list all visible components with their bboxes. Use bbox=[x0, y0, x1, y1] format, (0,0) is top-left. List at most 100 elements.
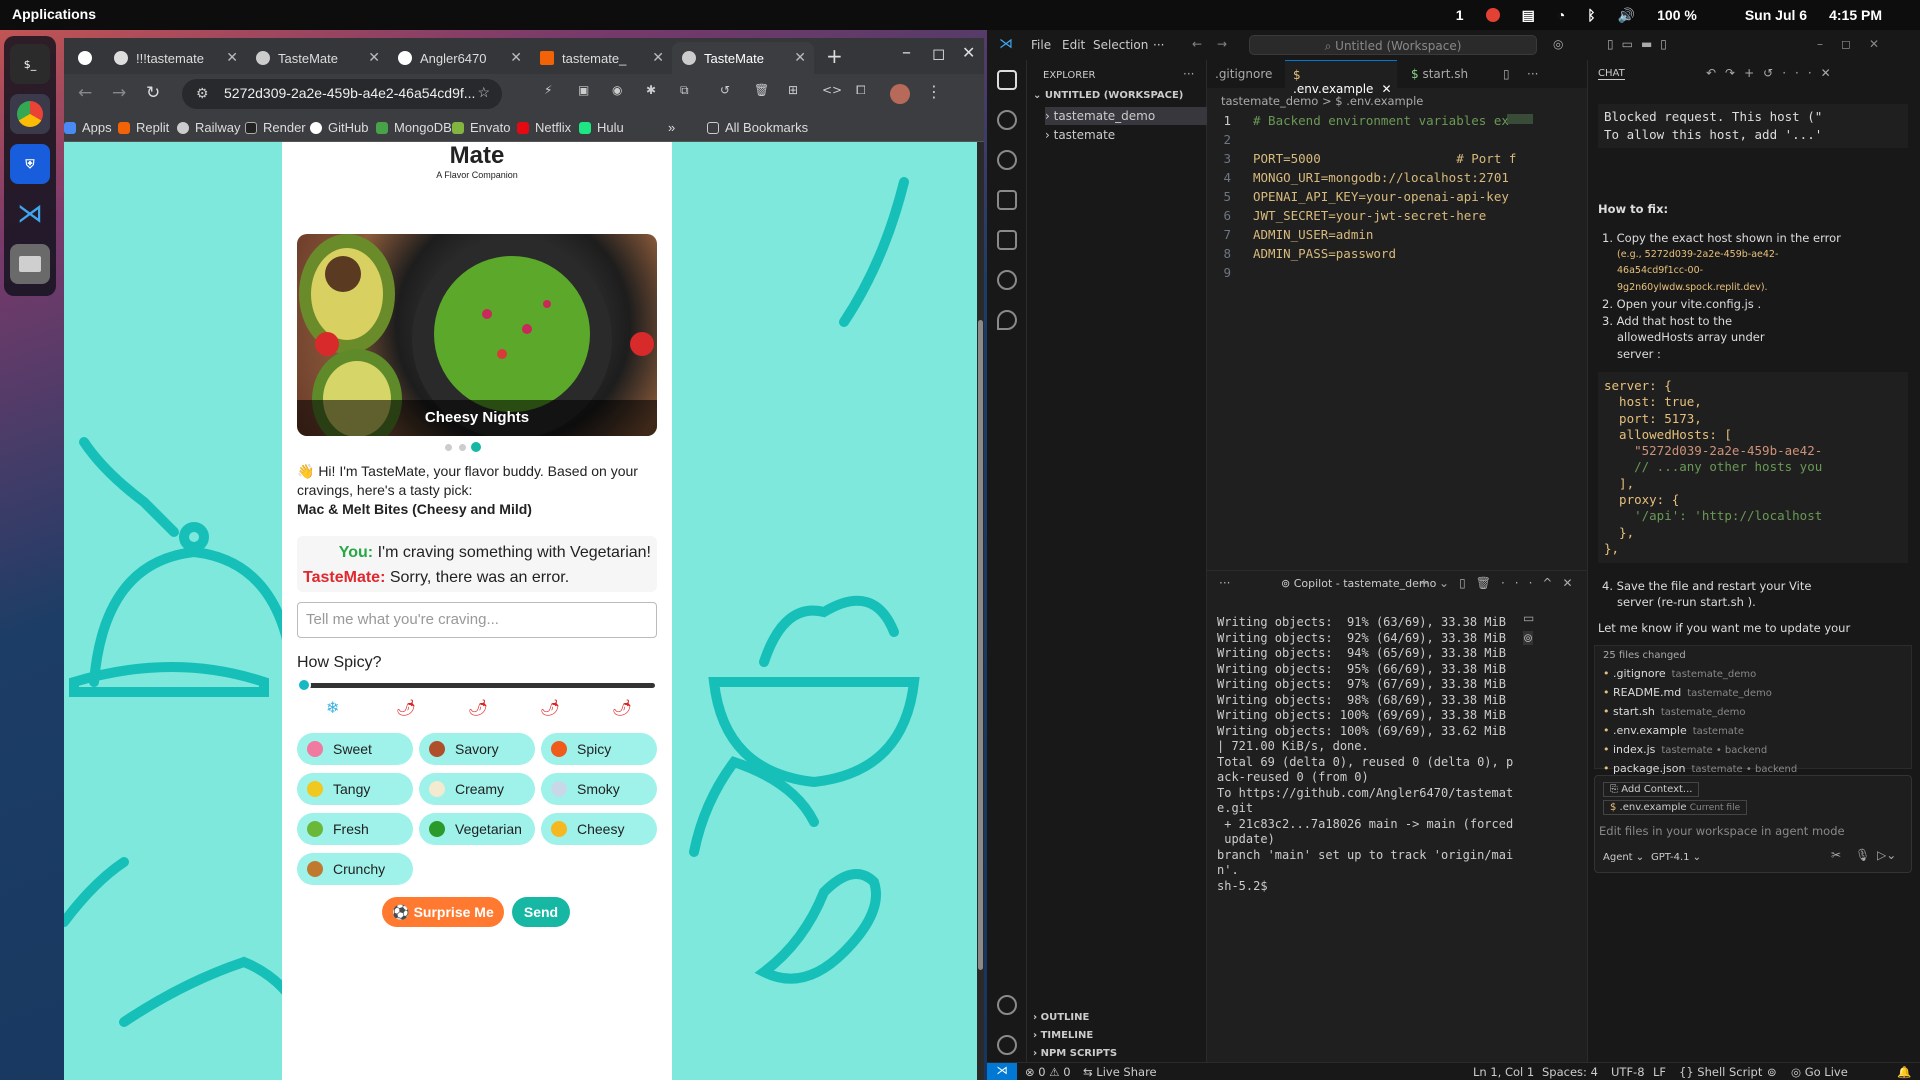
flavor-chip-creamy[interactable]: Creamy bbox=[419, 773, 535, 805]
bitwarden-icon[interactable]: ⛨ bbox=[10, 144, 50, 184]
extension-icon-2[interactable]: ▣ bbox=[578, 83, 589, 97]
go-live-button[interactable]: ◎ Go Live bbox=[1791, 1065, 1848, 1079]
terminal-copilot-icon[interactable]: ⊚ bbox=[1523, 631, 1534, 645]
back-icon[interactable]: ← bbox=[78, 83, 92, 103]
chat-toolbar[interactable]: ↶↷+↺···✕ bbox=[1706, 66, 1840, 80]
tab-amazon[interactable] bbox=[68, 42, 104, 74]
code-line[interactable]: 5 OPENAI_API_KEY=your-openai-api-key bbox=[1207, 187, 1587, 206]
mode-dropdown[interactable]: Agent ⌄ bbox=[1603, 852, 1644, 863]
all-bookmarks[interactable]: All Bookmarks bbox=[707, 120, 808, 135]
new-tab-button[interactable]: + bbox=[826, 44, 843, 68]
nav-back-icon[interactable]: ← bbox=[1192, 37, 1202, 51]
carousel-dot-1[interactable] bbox=[445, 444, 452, 451]
tab-env-example[interactable]: $ .env.example ✕ bbox=[1285, 60, 1397, 96]
extensions-puzzle-icon[interactable]: ⧉ bbox=[680, 83, 689, 98]
window-list-icon[interactable]: ▤ bbox=[1522, 7, 1535, 24]
mongodb-icon[interactable] bbox=[997, 310, 1017, 330]
minimize-button[interactable]: – bbox=[902, 42, 911, 63]
bookmark-github[interactable]: GitHub bbox=[310, 120, 368, 135]
remote-icon[interactable] bbox=[997, 270, 1017, 290]
model-dropdown[interactable]: GPT-4.1 ⌄ bbox=[1651, 852, 1701, 863]
minimap[interactable] bbox=[1507, 114, 1533, 124]
vscode-icon[interactable]: ⋊ bbox=[10, 194, 50, 234]
code-line[interactable]: 2 bbox=[1207, 130, 1587, 149]
cast-icon[interactable]: ⧠ bbox=[856, 83, 866, 98]
workspace-indicator[interactable]: 1 bbox=[1456, 7, 1464, 23]
line-endings[interactable]: LF bbox=[1653, 1065, 1666, 1079]
folder-tastemate-demo[interactable]: › tastemate_demo bbox=[1045, 107, 1207, 125]
tab-tastemate-2[interactable]: TasteMate ✕ bbox=[246, 42, 388, 74]
panel-more-icon[interactable]: ··· bbox=[1219, 576, 1230, 590]
carousel-dot-3[interactable] bbox=[471, 442, 481, 452]
time[interactable]: 4:15 PM bbox=[1829, 7, 1882, 23]
flavor-chip-spicy[interactable]: Spicy bbox=[541, 733, 657, 765]
flavor-chip-tangy[interactable]: Tangy bbox=[297, 773, 413, 805]
delete-icon[interactable]: 🗑 bbox=[754, 83, 769, 97]
explorer-more-icon[interactable]: ··· bbox=[1183, 67, 1194, 81]
nav-forward-icon[interactable]: → bbox=[1217, 37, 1227, 51]
npm-scripts-section[interactable]: › NPM SCRIPTS bbox=[1033, 1048, 1117, 1059]
notifications-icon[interactable]: 🔔 bbox=[1897, 1065, 1911, 1079]
bookmark-hulu[interactable]: Hulu bbox=[579, 120, 624, 135]
reload-icon[interactable]: ↻ bbox=[146, 83, 160, 103]
split-editor-icon[interactable]: ▯ bbox=[1503, 67, 1510, 81]
devtools-icon[interactable]: <> bbox=[822, 83, 842, 97]
tab-tastemate-active[interactable]: TasteMate ✕ bbox=[672, 42, 814, 74]
terminal-icon[interactable]: $_ bbox=[10, 44, 50, 84]
tab-github-angler[interactable]: Angler6470 ✕ bbox=[388, 42, 530, 74]
search-icon[interactable] bbox=[997, 110, 1017, 130]
surprise-me-button[interactable]: ⚽ Surprise Me bbox=[382, 897, 504, 927]
close-tab-icon[interactable]: ✕ bbox=[794, 49, 806, 66]
menu-more[interactable]: ··· bbox=[1153, 38, 1164, 52]
page-scrollbar-thumb[interactable] bbox=[978, 320, 983, 970]
chrome-tray-icon[interactable] bbox=[1485, 8, 1500, 22]
changed-file-item[interactable]: • .gitignore tastemate_demo bbox=[1603, 665, 1903, 684]
profile-avatar[interactable] bbox=[890, 84, 910, 104]
address-bar[interactable]: ⚙ 5272d309-2a2e-459b-a4e2-46a54cd9f... ☆ bbox=[182, 79, 502, 109]
workspace-header[interactable]: ⌄ UNTITLED (WORKSPACE) bbox=[1033, 90, 1183, 101]
carousel-dot-2[interactable] bbox=[459, 444, 466, 451]
code-line[interactable]: 7 ADMIN_USER=admin bbox=[1207, 225, 1587, 244]
folder-tastemate[interactable]: › tastemate bbox=[1045, 126, 1115, 144]
battery-indicator[interactable]: 100 % bbox=[1657, 7, 1697, 23]
code-lines[interactable]: 1 # Backend environment variables ex 2 3 POR… bbox=[1207, 111, 1587, 282]
files-icon[interactable] bbox=[10, 244, 50, 284]
language-mode[interactable]: {} Shell Script bbox=[1679, 1065, 1762, 1079]
menu-edit[interactable]: Edit bbox=[1062, 38, 1085, 52]
extension-icon-3[interactable]: ✱ bbox=[646, 83, 656, 97]
bluetooth-icon[interactable]: ᛒ bbox=[1587, 7, 1595, 23]
chat-input-box[interactable]: ⎘ Add Context... $ .env.example Current … bbox=[1594, 775, 1912, 873]
close-tab-icon[interactable]: ✕ bbox=[226, 49, 238, 66]
account-icon[interactable] bbox=[997, 995, 1017, 1015]
history-icon[interactable]: ↺ bbox=[720, 83, 730, 97]
bookmark-star-icon[interactable]: ☆ bbox=[477, 84, 490, 101]
close-tab-icon[interactable]: ✕ bbox=[510, 49, 522, 66]
chrome-icon[interactable] bbox=[10, 94, 50, 134]
close-tab-icon[interactable]: ✕ bbox=[368, 49, 380, 66]
bookmark-replit[interactable]: Replit bbox=[118, 120, 169, 135]
add-context-button[interactable]: ⎘ Add Context... bbox=[1603, 782, 1700, 797]
code-line[interactable]: 6 JWT_SECRET=your-jwt-secret-here bbox=[1207, 206, 1587, 225]
code-line[interactable]: 4 MONGO_URI=mongodb://localhost:2701 bbox=[1207, 168, 1587, 187]
bookmark-railway[interactable]: Railway bbox=[177, 120, 241, 135]
breadcrumb[interactable]: tastemate_demo > $ .env.example bbox=[1221, 94, 1423, 108]
terminal-output[interactable]: Writing objects: 91% (63/69), 33.38 MiB W… bbox=[1207, 615, 1513, 894]
layout-icons[interactable]: ▯▭▬▯ bbox=[1607, 37, 1675, 51]
vite-config-code-block[interactable]: server: { host: true, port: 5173, allowe… bbox=[1598, 372, 1908, 564]
code-line[interactable]: 9 bbox=[1207, 263, 1587, 282]
mic-icon[interactable]: 🎙 bbox=[1855, 848, 1870, 862]
send-button[interactable]: Send bbox=[512, 897, 570, 927]
tab-start-sh[interactable]: $ start.sh bbox=[1403, 60, 1476, 88]
bookmarks-overflow[interactable]: » bbox=[668, 120, 675, 135]
tab-gitignore[interactable]: .gitignore bbox=[1207, 60, 1280, 88]
chrome-menu-icon[interactable]: ⋮ bbox=[926, 82, 942, 101]
command-center[interactable]: ⌕ Untitled (Workspace) bbox=[1249, 35, 1537, 55]
craving-input[interactable]: Tell me what you're craving... bbox=[297, 602, 657, 638]
bookmark-apps[interactable]: Apps bbox=[64, 120, 112, 135]
chat-prompt-input[interactable]: Edit files in your workspace in agent mo… bbox=[1599, 824, 1899, 838]
menu-selection[interactable]: Selection bbox=[1093, 38, 1148, 52]
screenshot-icon[interactable]: ◉ bbox=[612, 83, 622, 97]
flavor-chip-sweet[interactable]: Sweet bbox=[297, 733, 413, 765]
settings-gear-icon[interactable] bbox=[997, 1035, 1017, 1055]
live-share-button[interactable]: ⇆ Live Share bbox=[1083, 1065, 1157, 1079]
